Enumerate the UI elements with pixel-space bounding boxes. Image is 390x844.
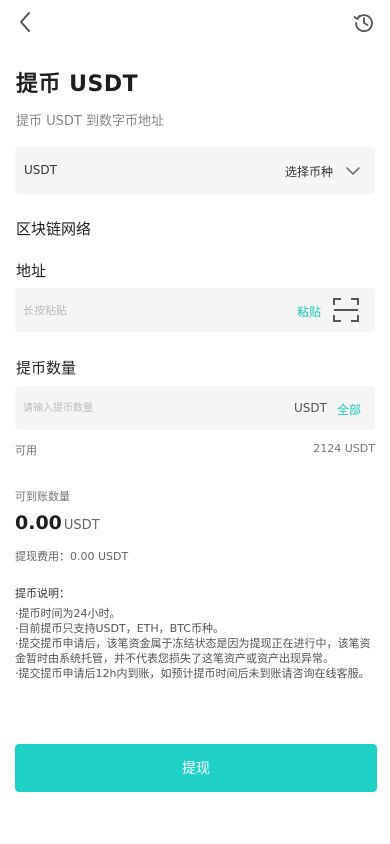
address-field: 粘贴 bbox=[15, 288, 375, 332]
page-title: 提币 USDT bbox=[16, 72, 139, 97]
withdraw-notes: 提币说明： ·提币时间为24小时。 ·目前提币只支持USDT，ETH，BTC币种… bbox=[15, 586, 375, 681]
receive-label: 可到账数量 bbox=[15, 490, 70, 503]
notes-title: 提币说明： bbox=[15, 587, 70, 600]
amount-label: 提币数量 bbox=[16, 359, 77, 377]
paste-button[interactable]: 粘贴 bbox=[297, 303, 321, 320]
history-clock-icon bbox=[353, 14, 373, 33]
receive-amount: 0.00 USDT bbox=[15, 512, 100, 534]
coin-select[interactable]: USDT 选择币种 bbox=[15, 147, 375, 194]
address-input[interactable] bbox=[23, 296, 283, 324]
network-label: 区块链网络 bbox=[16, 220, 92, 238]
chevron-down-icon bbox=[346, 167, 360, 175]
receive-amount-unit: USDT bbox=[63, 518, 100, 533]
chevron-left-icon bbox=[20, 12, 30, 32]
amount-field: USDT 全部 bbox=[15, 386, 375, 430]
withdraw-submit-button[interactable]: 提现 bbox=[15, 744, 377, 792]
address-label: 地址 bbox=[16, 262, 47, 280]
amount-input[interactable] bbox=[23, 394, 243, 422]
back-button[interactable] bbox=[14, 10, 38, 34]
choose-coin-label: 选择币种 bbox=[284, 165, 333, 179]
note-line: ·提交提币申请后，该笔资金属于冻结状态是因为提现正在进行中，该笔资金暂时由系统托… bbox=[15, 637, 371, 665]
receive-amount-value: 0.00 bbox=[15, 512, 62, 534]
note-line: ·目前提币只支持USDT，ETH，BTC币种。 bbox=[15, 622, 224, 635]
selected-coin: USDT bbox=[24, 163, 57, 177]
available-label: 可用 bbox=[15, 444, 37, 457]
amount-unit: USDT bbox=[294, 401, 327, 415]
note-line: ·提币时间为24小时。 bbox=[15, 607, 121, 620]
page-subtitle: 提币 USDT 到数字币地址 bbox=[16, 114, 164, 129]
available-value: 2124 USDT bbox=[313, 442, 375, 455]
history-button[interactable] bbox=[352, 10, 376, 34]
top-bar bbox=[0, 0, 390, 44]
all-amount-button[interactable]: 全部 bbox=[337, 401, 361, 418]
scan-icon bbox=[333, 298, 359, 322]
withdraw-fee: 提现费用：0.00 USDT bbox=[15, 550, 129, 563]
note-line: ·提交提币申请后12h内到账，如预计提币时间后未到账请咨询在线客服。 bbox=[15, 667, 370, 680]
scan-button[interactable] bbox=[333, 297, 359, 323]
